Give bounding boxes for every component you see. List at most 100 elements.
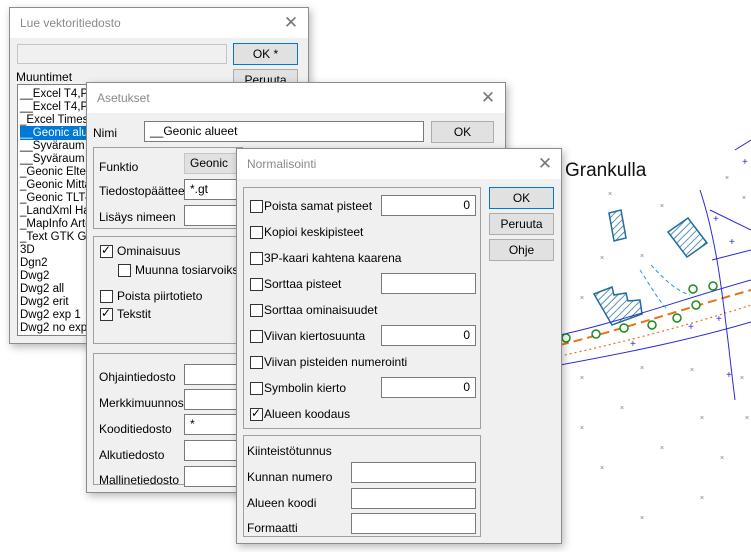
svg-text:×: × — [720, 455, 724, 462]
svg-text:×: × — [640, 365, 644, 372]
svg-text:+: + — [713, 214, 719, 225]
control-file-label: Ohjaintiedosto — [99, 370, 176, 384]
svg-text:+: + — [716, 314, 722, 325]
file-extension-label: Tiedostopäättee — [99, 184, 185, 198]
close-icon[interactable]: ✕ — [532, 152, 558, 176]
dialog-title: Normalisointi — [247, 157, 317, 171]
converter-list-item[interactable]: 3D — [20, 243, 35, 257]
converters-list[interactable]: __Excel T4,PV __Excel T4,PV _Excel Times __… — [17, 84, 97, 336]
control-file-field[interactable] — [184, 364, 244, 385]
svg-text:+: + — [742, 157, 748, 168]
ominaisuus-checkbox[interactable] — [100, 243, 113, 258]
line-direction-field[interactable]: 0 — [381, 325, 476, 346]
dialog-title: Lue vektoritiedosto — [20, 16, 121, 30]
svg-text:×: × — [660, 445, 664, 452]
function-field[interactable]: Geonic — [184, 153, 244, 174]
file-path-field[interactable] — [17, 44, 227, 64]
line-direction-checkbox[interactable] — [250, 330, 263, 343]
municipality-number-field[interactable] — [351, 462, 476, 483]
help-button[interactable]: Ohje — [489, 239, 554, 261]
ok-button[interactable]: OK * — [233, 43, 298, 65]
converter-list-item[interactable]: _Text GTK Go — [20, 230, 93, 244]
remove-duplicate-points-label: Poista samat pisteet — [264, 199, 373, 213]
svg-text:×: × — [580, 375, 584, 382]
name-append-field[interactable] — [184, 205, 244, 226]
sort-attributes-checkbox[interactable] — [250, 304, 263, 317]
3p-arc-as-two-arcs-checkbox[interactable] — [250, 252, 263, 265]
tekstit-label: Tekstit — [117, 307, 152, 321]
title-bar: Lue vektoritiedosto ✕ — [10, 8, 308, 38]
converter-list-item[interactable]: __Excel T4,PV — [20, 87, 96, 101]
symbol-rotation-label: Symbolin kierto — [264, 381, 347, 395]
converter-list-item[interactable]: _MapInfo Arto — [20, 217, 92, 231]
svg-text:×: × — [608, 191, 612, 198]
muunna-tosiarvoiksi-checkbox[interactable] — [118, 264, 131, 277]
ok-button[interactable]: OK — [489, 187, 554, 209]
svg-text:+: + — [630, 339, 636, 350]
svg-text:+: + — [729, 237, 735, 248]
line-point-numbering-checkbox[interactable] — [250, 356, 263, 369]
sort-points-checkbox[interactable] — [250, 278, 263, 291]
close-icon[interactable]: ✕ — [278, 11, 304, 35]
name-label: Nimi — [93, 126, 117, 140]
property-id-label: Kiinteistötunnus — [247, 444, 332, 458]
start-file-label: Alkutiedosto — [99, 448, 165, 462]
svg-text:×: × — [725, 175, 729, 182]
tekstit-checkbox[interactable] — [100, 306, 113, 321]
file-extension-field[interactable]: *.gt — [184, 179, 244, 200]
start-file-field[interactable] — [184, 440, 244, 461]
area-coding-checkbox[interactable] — [250, 406, 263, 421]
sort-points-label: Sorttaa pisteet — [264, 277, 342, 291]
converter-list-item[interactable]: Dgn2 — [20, 256, 48, 270]
function-label: Funktio — [99, 160, 139, 174]
cancel-button[interactable]: Peruuta — [489, 213, 554, 235]
code-file-field[interactable]: * — [184, 414, 244, 435]
3p-arc-as-two-arcs-label: 3P-kaari kahtena kaarena — [264, 251, 402, 265]
sort-points-field[interactable] — [381, 273, 476, 294]
converter-list-item[interactable]: Dwg2 no exp — [20, 321, 87, 335]
svg-text:×: × — [600, 255, 604, 262]
svg-text:×: × — [660, 203, 664, 210]
converter-list-item[interactable]: __Syväraum — [20, 139, 85, 153]
code-file-label: Kooditiedosto — [99, 422, 172, 436]
converter-list-item[interactable]: _Geonic Eltel — [20, 165, 88, 179]
converter-list-item[interactable]: Dwg2 all — [20, 282, 64, 296]
municipality-number-label: Kunnan numero — [247, 470, 333, 484]
template-file-field[interactable] — [184, 466, 244, 487]
name-field[interactable]: __Geonic alueet — [144, 121, 424, 142]
converter-list-item[interactable]: _Excel Times — [20, 113, 88, 127]
copy-center-points-checkbox[interactable] — [250, 226, 263, 239]
close-icon[interactable]: ✕ — [475, 86, 501, 110]
converter-list-item[interactable]: __Syväraum — [20, 152, 85, 166]
converter-list-item[interactable]: Dwg2 exp 1 — [20, 308, 81, 322]
area-code-field[interactable] — [351, 488, 476, 509]
svg-text:×: × — [640, 253, 644, 260]
poista-piirtotieto-checkbox[interactable] — [100, 290, 113, 303]
converter-list-item[interactable]: _Geonic Mitta — [20, 178, 91, 192]
converter-list-item[interactable]: __Excel T4,PV — [20, 100, 96, 114]
symbol-rotation-field[interactable]: 0 — [381, 377, 476, 398]
area-code-label: Alueen koodi — [247, 496, 317, 510]
symbol-rotation-checkbox[interactable] — [250, 382, 263, 395]
converter-list-item[interactable]: Dwg2 erit — [20, 295, 69, 309]
dialog-title: Asetukset — [97, 91, 150, 105]
svg-text:×: × — [700, 415, 704, 422]
ominaisuus-label: Ominaisuus — [117, 244, 181, 258]
title-bar: Asetukset ✕ — [87, 83, 505, 113]
format-field[interactable] — [351, 513, 476, 534]
svg-text:×: × — [742, 195, 746, 202]
sort-attributes-label: Sorttaa ominaisuudet — [264, 303, 378, 317]
converter-list-item[interactable]: Dwg2 — [20, 269, 49, 283]
title-bar: Normalisointi ✕ — [237, 149, 561, 179]
svg-text:+: + — [688, 322, 694, 333]
svg-text:×: × — [700, 495, 704, 502]
character-conversion-field[interactable] — [184, 389, 244, 410]
remove-duplicate-points-checkbox[interactable] — [250, 200, 263, 213]
line-point-numbering-label: Viivan pisteiden numerointi — [264, 355, 408, 369]
svg-text:×: × — [690, 367, 694, 374]
line-direction-label: Viivan kiertosuunta — [264, 329, 366, 343]
ok-button[interactable]: OK — [431, 121, 494, 143]
remove-duplicate-points-field[interactable]: 0 — [381, 195, 476, 216]
svg-text:×: × — [580, 425, 584, 432]
copy-center-points-label: Kopioi keskipisteet — [264, 225, 364, 239]
